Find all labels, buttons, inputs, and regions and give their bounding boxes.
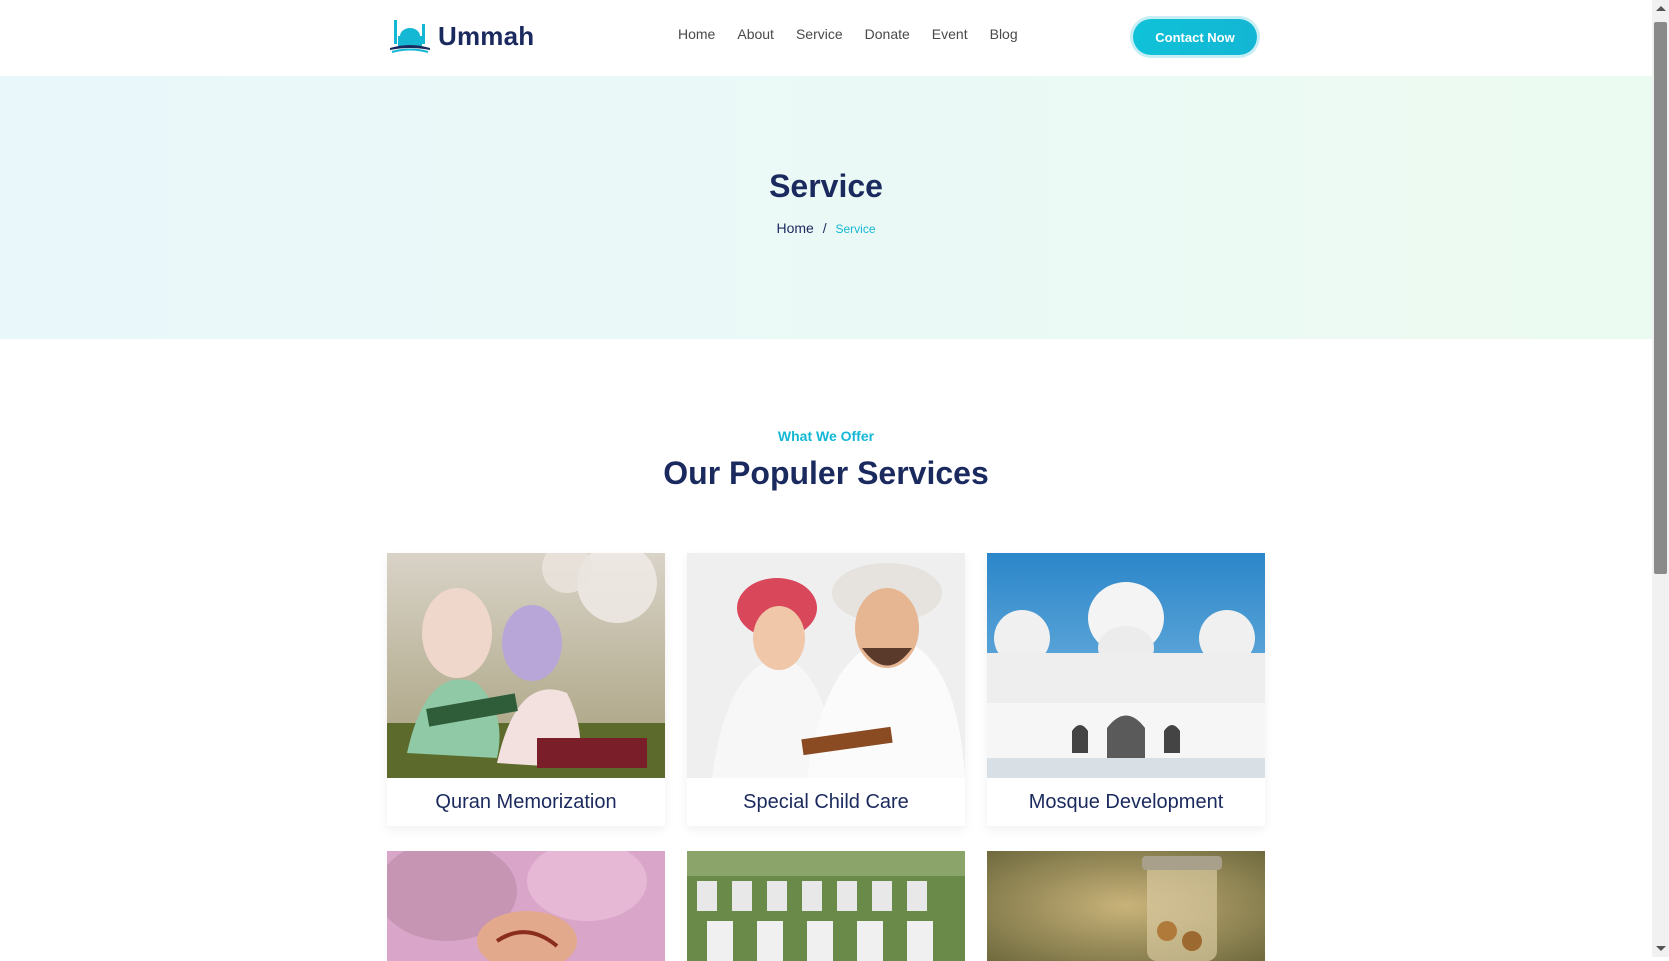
service-card-quran[interactable]: Quran Memorization [387, 553, 665, 826]
page-hero: Service Home / Service [0, 76, 1652, 339]
breadcrumb: Home / Service [0, 220, 1652, 236]
henna-hands-photo [387, 851, 665, 961]
service-card-mosque[interactable]: Mosque Development [987, 553, 1265, 826]
scroll-down-arrow-icon[interactable] [1656, 946, 1666, 951]
nav-home[interactable]: Home [678, 26, 715, 42]
section-eyebrow: What We Offer [777, 428, 875, 444]
section-title: Our Populer Services [663, 455, 989, 491]
service-card-child-care[interactable]: Special Child Care [687, 553, 965, 826]
page-scrollbar[interactable] [1652, 0, 1669, 957]
white-mosque-photo [987, 553, 1265, 778]
mosque-logo-icon [390, 20, 430, 53]
main-nav: Home About Service Donate Event Blog [678, 26, 1040, 42]
nav-event[interactable]: Event [932, 26, 968, 42]
service-card-partial-3[interactable] [987, 851, 1265, 961]
contact-now-button[interactable]: Contact Now [1133, 19, 1257, 55]
card-title: Mosque Development [1028, 790, 1224, 813]
women-reading-quran-photo [387, 553, 665, 778]
logo[interactable]: Ummah [388, 16, 534, 56]
nav-donate[interactable]: Donate [865, 26, 910, 42]
service-card-partial-1[interactable] [387, 851, 665, 961]
father-son-reading-photo [687, 553, 965, 778]
nav-service[interactable]: Service [796, 26, 843, 42]
coin-jar-photo [987, 851, 1265, 961]
nav-blog[interactable]: Blog [990, 26, 1018, 42]
card-title: Quran Memorization [435, 790, 617, 813]
service-card-partial-2[interactable] [687, 851, 965, 961]
scroll-up-arrow-icon[interactable] [1656, 6, 1666, 11]
breadcrumb-home-link[interactable]: Home [776, 220, 813, 236]
site-header: Ummah Home About Service Donate Event Bl… [0, 0, 1652, 76]
breadcrumb-separator: / [822, 220, 827, 236]
scroll-thumb[interactable] [1654, 22, 1667, 574]
page-title: Service [769, 168, 883, 204]
nav-about[interactable]: About [737, 26, 774, 42]
logo-text: Ummah [438, 20, 535, 51]
card-title: Special Child Care [743, 790, 909, 813]
graveyard-photo [687, 851, 965, 961]
breadcrumb-current: Service [835, 222, 876, 236]
